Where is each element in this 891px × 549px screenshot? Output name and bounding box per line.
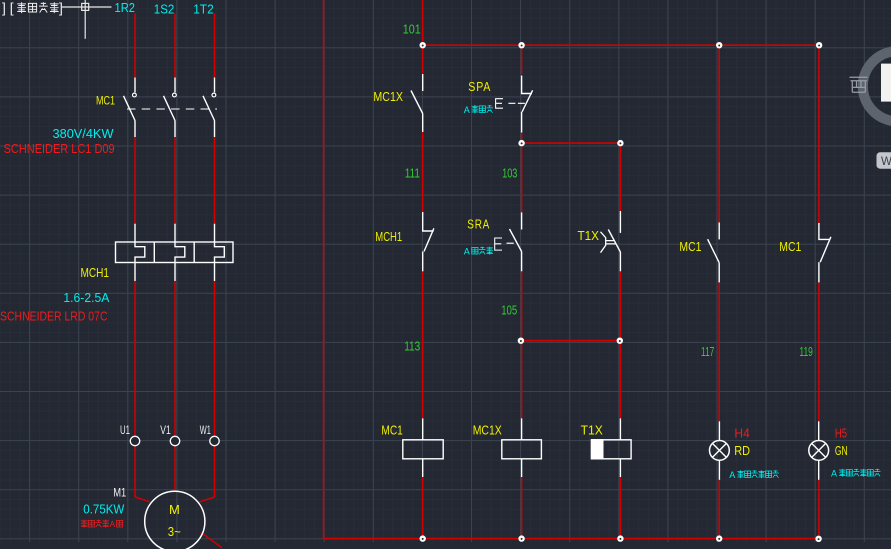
svg-text:T1X: T1X [578,228,600,243]
svg-text:1T2: 1T2 [193,2,214,17]
svg-text:103: 103 [502,167,517,181]
svg-text:]: ] [59,0,63,15]
svg-text:380V/4KW: 380V/4KW [53,127,114,141]
svg-text:M: M [169,502,180,517]
svg-text:111: 111 [405,167,420,181]
svg-text:GN: GN [835,443,848,458]
svg-text:SPA: SPA [468,79,491,94]
svg-text:H4: H4 [734,425,749,440]
svg-text:A: A [831,469,837,479]
svg-text:101: 101 [403,22,421,36]
svg-text:MCH1: MCH1 [375,229,402,244]
svg-text:MC1: MC1 [679,239,701,254]
svg-text:0.75KW: 0.75KW [83,503,124,517]
svg-text:SRA: SRA [467,217,490,232]
svg-text:1R2: 1R2 [115,0,136,15]
svg-text:MC1X: MC1X [473,423,502,438]
svg-text:113: 113 [404,340,420,354]
svg-text:W: W [881,156,891,168]
svg-text:A: A [464,247,470,257]
svg-text:105: 105 [501,303,517,317]
svg-text:SCHNEIDER LRD 07C: SCHNEIDER LRD 07C [0,310,108,324]
svg-text:119: 119 [799,345,813,359]
svg-text:A: A [110,519,116,529]
svg-text:MCH1: MCH1 [81,265,110,280]
svg-text:H5: H5 [835,425,847,440]
svg-text:SCHNEIDER LC1 D09: SCHNEIDER LC1 D09 [4,142,115,156]
svg-text:3~: 3~ [168,524,181,539]
svg-text:A: A [729,470,735,480]
svg-text:] [: ] [ [2,0,14,15]
svg-text:V1: V1 [160,425,171,437]
svg-text:MC1X: MC1X [373,89,403,104]
svg-text:MC1: MC1 [96,96,115,108]
svg-text:W1: W1 [200,425,211,437]
svg-text:T1X: T1X [581,423,604,438]
svg-text:1.6-2.5A: 1.6-2.5A [63,290,109,305]
svg-text:A: A [464,105,470,115]
svg-text:MC1: MC1 [779,239,801,254]
svg-text:M1: M1 [113,486,126,500]
svg-text:1S2: 1S2 [154,2,175,17]
svg-text:RD: RD [734,443,750,458]
svg-text:MC1: MC1 [381,423,402,438]
svg-text:117: 117 [701,345,715,359]
svg-text:U1: U1 [120,425,130,437]
